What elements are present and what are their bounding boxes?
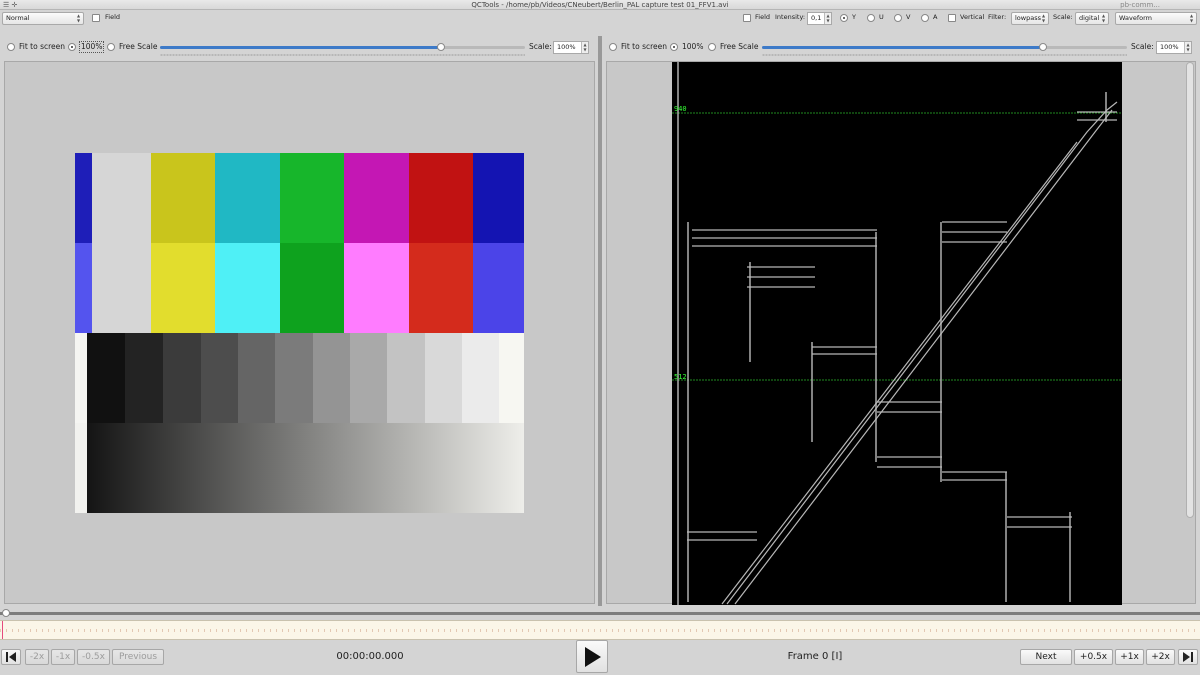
step-back-button[interactable] (1, 649, 21, 665)
right-waveform-panel: 940 512 (606, 61, 1196, 605)
filter-select[interactable]: lowpass ▲ ▼ (1011, 12, 1049, 25)
scale-mode-label: Scale: (1053, 13, 1073, 21)
left-fit-label: Fit to screen (19, 42, 66, 51)
plane-y-radio[interactable] (840, 14, 848, 22)
right-100-radio[interactable] (670, 43, 678, 51)
window-title: QCTools - /home/pb/Videos/CNeubert/Berli… (471, 1, 729, 9)
waveform-display: 940 512 (672, 62, 1122, 605)
left-100-radio[interactable] (68, 43, 76, 51)
spin-arrows-icon[interactable]: ▲ ▼ (581, 42, 588, 53)
select-arrows-icon: ▲ ▼ (1041, 13, 1046, 23)
left-field-label: Field (105, 13, 121, 21)
right-fit-label: Fit to screen (621, 42, 668, 51)
right-free-label: Free Scale (720, 42, 759, 51)
plane-a-label: A (933, 13, 938, 21)
left-mode-value: Normal (6, 14, 30, 22)
left-scale-slider[interactable] (160, 46, 525, 49)
speed-pos05-button[interactable]: +0.5x (1074, 649, 1113, 665)
timeline-track[interactable] (0, 612, 1200, 615)
next-button[interactable]: Next (1020, 649, 1072, 665)
waveform-label-940: 940 (674, 105, 687, 113)
panel-splitter[interactable] (598, 36, 602, 606)
filter-label: Filter: (988, 13, 1007, 21)
left-mode-select[interactable]: Normal ▲ ▼ (2, 12, 84, 25)
left-slider-handle[interactable] (437, 43, 445, 51)
right-fit-radio[interactable] (609, 43, 617, 51)
left-scale-label: Scale: (529, 42, 552, 51)
select-arrows-icon: ▲ ▼ (1189, 13, 1194, 23)
plane-a-radio[interactable] (921, 14, 929, 22)
right-scale-spinbox[interactable]: 100% ▲ ▼ (1156, 41, 1192, 54)
left-scale-value: 100% (557, 43, 576, 51)
right-field-label: Field (755, 13, 771, 21)
plane-u-label: U (879, 13, 884, 21)
intensity-value: 0,1 (811, 14, 822, 22)
spin-arrows-icon[interactable]: ▲ ▼ (824, 13, 831, 24)
right-scale-value: 100% (1160, 43, 1179, 51)
left-free-label: Free Scale (119, 42, 158, 51)
scale-mode-value: digital (1079, 14, 1100, 22)
frame-cursor (2, 621, 3, 639)
right-slider-handle[interactable] (1039, 43, 1047, 51)
title-bar: ☰ ✛ QCTools - /home/pb/Videos/CNeubert/B… (0, 0, 1200, 10)
timeline-handle[interactable] (2, 609, 10, 617)
speed-neg05-button[interactable]: -0.5x (77, 649, 110, 665)
plane-v-radio[interactable] (894, 14, 902, 22)
speed-pos2-button[interactable]: +2x (1146, 649, 1175, 665)
play-icon (585, 647, 601, 667)
step-forward-icon (1183, 652, 1193, 662)
frame-strip[interactable] (0, 620, 1200, 640)
plane-v-label: V (906, 13, 911, 21)
intensity-label: Intensity: (775, 13, 806, 21)
spin-arrows-icon[interactable]: ▲ ▼ (1184, 42, 1191, 53)
step-back-icon (6, 652, 16, 662)
right-100-label: 100% (682, 42, 704, 51)
select-arrows-icon: ▲ ▼ (1101, 13, 1106, 23)
vertical-label: Vertical (960, 13, 985, 21)
speed-pos1-button[interactable]: +1x (1115, 649, 1144, 665)
left-scale-spinbox[interactable]: 100% ▲ ▼ (553, 41, 589, 54)
speed-neg2-button[interactable]: -2x (25, 649, 49, 665)
color-bars-frame (75, 153, 524, 513)
view-select[interactable]: Waveform ▲ ▼ (1115, 12, 1197, 25)
left-slider-fill (160, 46, 441, 49)
window-ghost-text: pb-comm... (1120, 1, 1160, 9)
left-100-label: 100% (79, 41, 105, 53)
frame-label: Frame 0 [I] (787, 651, 843, 662)
plane-y-label: Y (852, 13, 856, 21)
previous-button[interactable]: Previous (112, 649, 164, 665)
vertical-checkbox[interactable] (948, 14, 956, 22)
right-slider-ticks (762, 54, 1127, 56)
plane-u-radio[interactable] (867, 14, 875, 22)
right-slider-fill (762, 46, 1043, 49)
right-field-checkbox[interactable] (743, 14, 751, 22)
select-arrows-icon: ▲ ▼ (76, 13, 81, 23)
play-button[interactable] (576, 640, 608, 673)
view-value: Waveform (1119, 14, 1152, 22)
right-scale-label: Scale: (1131, 42, 1154, 51)
right-scale-slider[interactable] (762, 46, 1127, 49)
frame-strip-ticks (0, 629, 1200, 632)
waveform-label-512: 512 (674, 373, 687, 381)
left-video-panel (4, 61, 595, 604)
scale-mode-select[interactable]: digital ▲ ▼ (1075, 12, 1109, 25)
right-vertical-scrollbar[interactable] (1186, 62, 1194, 518)
filter-value: lowpass (1015, 14, 1041, 22)
left-slider-ticks (160, 54, 525, 56)
right-free-radio[interactable] (708, 43, 716, 51)
timecode-display: 00:00:00.000 (336, 651, 404, 662)
step-forward-button[interactable] (1178, 649, 1198, 665)
intensity-spinbox[interactable]: 0,1 ▲ ▼ (807, 12, 832, 25)
speed-neg1-button[interactable]: -1x (51, 649, 75, 665)
left-fit-radio[interactable] (7, 43, 15, 51)
left-free-radio[interactable] (107, 43, 115, 51)
left-field-checkbox[interactable] (92, 14, 100, 22)
